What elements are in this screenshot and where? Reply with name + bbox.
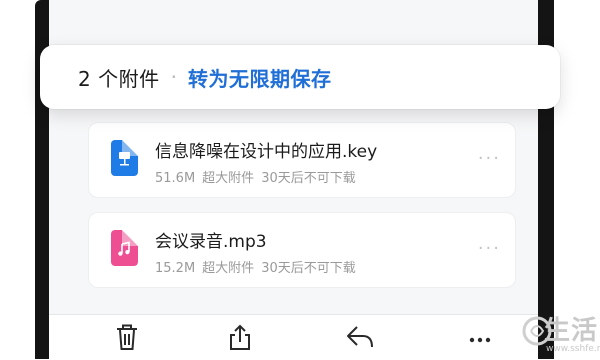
separator-dot: · — [170, 65, 177, 89]
attachment-item[interactable]: 信息降噪在设计中的应用.key 51.6M 超大附件 30天后不可下载 ··· — [88, 122, 516, 198]
watermark-text: 生活 — [544, 316, 599, 346]
more-options-button[interactable]: ··· — [478, 240, 501, 258]
convert-permanent-link[interactable]: 转为无限期保存 — [188, 63, 332, 92]
file-type-label: 超大附件 — [202, 171, 255, 186]
file-size: 15.2M — [155, 261, 196, 276]
attachments-header: 2 个附件 · 转为无限期保存 — [40, 45, 560, 109]
file-expiry: 30天后不可下载 — [261, 171, 356, 186]
attachment-item[interactable]: 会议录音.mp3 15.2M 超大附件 30天后不可下载 ··· — [88, 212, 516, 288]
file-expiry: 30天后不可下载 — [261, 261, 356, 276]
attachment-count: 2 个附件 — [78, 66, 160, 91]
file-meta: 51.6M 超大附件 30天后不可下载 — [155, 167, 363, 186]
reply-icon — [347, 326, 373, 348]
share-button[interactable] — [225, 323, 255, 353]
delete-button[interactable] — [112, 323, 142, 353]
file-name: 会议录音.mp3 — [155, 232, 267, 252]
more-options-button[interactable]: ··· — [478, 150, 501, 168]
file-type-label: 超大附件 — [202, 261, 255, 276]
file-name: 信息降噪在设计中的应用.key — [155, 142, 378, 162]
bottom-toolbar — [49, 314, 538, 360]
more-actions-button[interactable] — [465, 323, 495, 353]
file-size: 51.6M — [155, 171, 196, 186]
file-meta: 15.2M 超大附件 30天后不可下载 — [155, 257, 363, 276]
audio-file-icon — [111, 230, 138, 266]
more-icon — [469, 337, 491, 343]
reply-button[interactable] — [345, 323, 375, 353]
share-icon — [230, 324, 250, 350]
watermark-url: www.sshfe.net — [546, 344, 600, 354]
trash-icon — [117, 324, 137, 350]
keynote-file-icon — [111, 140, 138, 176]
